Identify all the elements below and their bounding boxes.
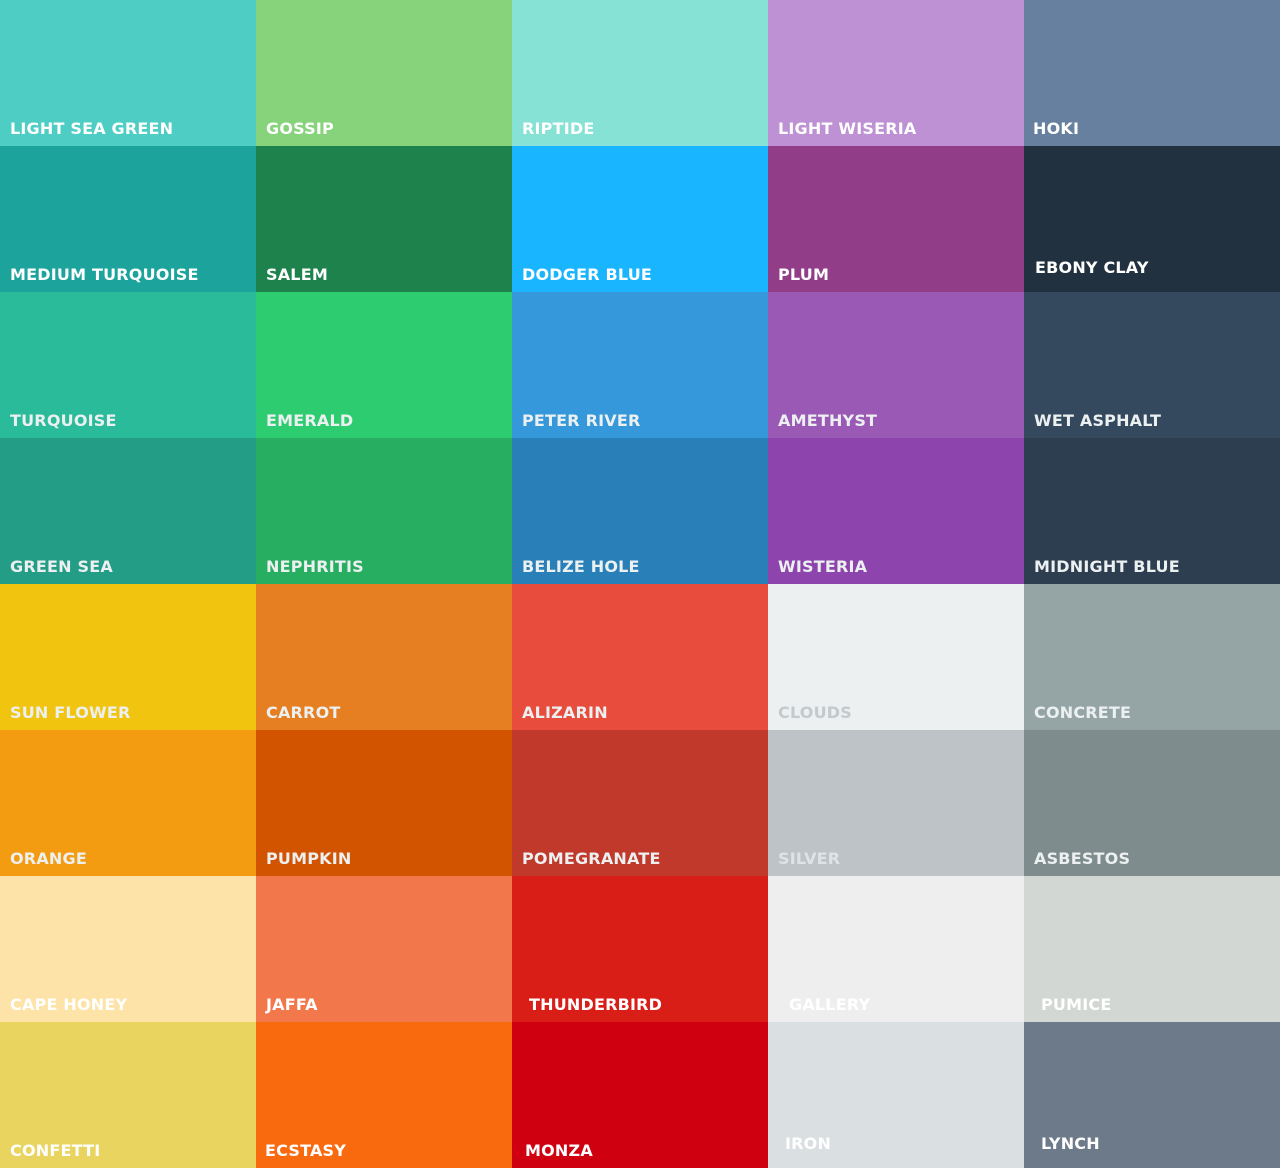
swatch-label: JAFFA xyxy=(266,995,318,1014)
swatch-label: CAPE HONEY xyxy=(10,995,128,1014)
swatch-label: POMEGRANATE xyxy=(522,849,661,868)
swatch-label: ALIZARIN xyxy=(522,703,608,722)
color-swatch-ecstasy[interactable]: ECSTASY xyxy=(256,1022,512,1168)
swatch-label: TURQUOISE xyxy=(10,411,117,430)
color-swatch-sun-flower[interactable]: SUN FLOWER xyxy=(0,584,256,730)
swatch-label: NEPHRITIS xyxy=(266,557,364,576)
swatch-label: EMERALD xyxy=(266,411,354,430)
color-swatch-riptide[interactable]: RIPTIDE xyxy=(512,0,768,146)
color-swatch-light-sea-green[interactable]: LIGHT SEA GREEN xyxy=(0,0,256,146)
color-swatch-orange[interactable]: ORANGE xyxy=(0,730,256,876)
color-swatch-plum[interactable]: PLUM xyxy=(768,146,1024,292)
swatch-label: PETER RIVER xyxy=(522,411,641,430)
color-swatch-iron[interactable]: IRON xyxy=(768,1022,1024,1168)
color-swatch-wet-asphalt[interactable]: WET ASPHALT xyxy=(1024,292,1280,438)
swatch-label: CONCRETE xyxy=(1034,703,1132,722)
color-swatch-monza[interactable]: MONZA xyxy=(512,1022,768,1168)
swatch-label: IRON xyxy=(785,1134,832,1153)
color-swatch-nephritis[interactable]: NEPHRITIS xyxy=(256,438,512,584)
color-swatch-clouds[interactable]: CLOUDS xyxy=(768,584,1024,730)
color-swatch-carrot[interactable]: CARROT xyxy=(256,584,512,730)
swatch-label: CLOUDS xyxy=(778,703,852,722)
color-swatch-wisteria[interactable]: WISTERIA xyxy=(768,438,1024,584)
color-swatch-pomegranate[interactable]: POMEGRANATE xyxy=(512,730,768,876)
swatch-label: DODGER BLUE xyxy=(522,265,653,284)
color-swatch-ebony-clay[interactable]: EBONY CLAY xyxy=(1024,146,1280,292)
color-swatch-green-sea[interactable]: GREEN SEA xyxy=(0,438,256,584)
color-swatch-lynch[interactable]: LYNCH xyxy=(1024,1022,1280,1168)
swatch-label: ECSTASY xyxy=(265,1141,347,1160)
swatch-label: CONFETTI xyxy=(10,1141,101,1160)
swatch-label: THUNDERBIRD xyxy=(529,995,663,1014)
swatch-label: HOKI xyxy=(1033,119,1080,138)
color-swatch-pumpkin[interactable]: PUMPKIN xyxy=(256,730,512,876)
swatch-label: LIGHT WISERIA xyxy=(778,119,917,138)
swatch-label: SALEM xyxy=(266,265,328,284)
swatch-label: EBONY CLAY xyxy=(1035,258,1149,277)
swatch-label: ORANGE xyxy=(10,849,87,868)
color-swatch-jaffa[interactable]: JAFFA xyxy=(256,876,512,1022)
swatch-label: PUMICE xyxy=(1041,995,1112,1014)
color-swatch-emerald[interactable]: EMERALD xyxy=(256,292,512,438)
swatch-label: MONZA xyxy=(525,1141,593,1160)
swatch-label: GREEN SEA xyxy=(10,557,113,576)
color-swatch-silver[interactable]: SILVER xyxy=(768,730,1024,876)
color-swatch-alizarin[interactable]: ALIZARIN xyxy=(512,584,768,730)
color-swatch-belize-hole[interactable]: BELIZE HOLE xyxy=(512,438,768,584)
color-swatch-gallery[interactable]: GALLERY xyxy=(768,876,1024,1022)
color-swatch-turquoise[interactable]: TURQUOISE xyxy=(0,292,256,438)
swatch-label: GOSSIP xyxy=(266,119,334,138)
color-swatch-medium-turquoise[interactable]: MEDIUM TURQUOISE xyxy=(0,146,256,292)
swatch-label: PLUM xyxy=(778,265,830,284)
color-swatch-salem[interactable]: SALEM xyxy=(256,146,512,292)
color-swatch-pumice[interactable]: PUMICE xyxy=(1024,876,1280,1022)
color-swatch-asbestos[interactable]: ASBESTOS xyxy=(1024,730,1280,876)
swatch-label: ASBESTOS xyxy=(1034,849,1131,868)
swatch-label: WET ASPHALT xyxy=(1034,411,1162,430)
color-swatch-cape-honey[interactable]: CAPE HONEY xyxy=(0,876,256,1022)
swatch-label: CARROT xyxy=(266,703,341,722)
color-swatch-thunderbird[interactable]: THUNDERBIRD xyxy=(512,876,768,1022)
swatch-label: SILVER xyxy=(778,849,841,868)
color-swatch-light-wiseria[interactable]: LIGHT WISERIA xyxy=(768,0,1024,146)
swatch-label: AMETHYST xyxy=(778,411,878,430)
color-swatch-concrete[interactable]: CONCRETE xyxy=(1024,584,1280,730)
color-swatch-amethyst[interactable]: AMETHYST xyxy=(768,292,1024,438)
color-swatch-dodger-blue[interactable]: DODGER BLUE xyxy=(512,146,768,292)
swatch-label: LYNCH xyxy=(1041,1134,1100,1153)
swatch-label: GALLERY xyxy=(789,995,871,1014)
color-swatch-hoki[interactable]: HOKI xyxy=(1024,0,1280,146)
swatch-label: BELIZE HOLE xyxy=(522,557,640,576)
swatch-label: LIGHT SEA GREEN xyxy=(10,119,174,138)
swatch-label: PUMPKIN xyxy=(266,849,352,868)
color-swatch-midnight-blue[interactable]: MIDNIGHT BLUE xyxy=(1024,438,1280,584)
color-swatch-gossip[interactable]: GOSSIP xyxy=(256,0,512,146)
swatch-label: MEDIUM TURQUOISE xyxy=(10,265,199,284)
swatch-label: SUN FLOWER xyxy=(10,703,131,722)
swatch-label: WISTERIA xyxy=(778,557,868,576)
color-swatch-confetti[interactable]: CONFETTI xyxy=(0,1022,256,1168)
color-swatch-peter-river[interactable]: PETER RIVER xyxy=(512,292,768,438)
color-palette-grid: LIGHT SEA GREEN GOSSIP RIPTIDE LIGHT WISERI… xyxy=(0,0,1280,1168)
swatch-label: MIDNIGHT BLUE xyxy=(1034,557,1180,576)
swatch-label: RIPTIDE xyxy=(522,119,595,138)
